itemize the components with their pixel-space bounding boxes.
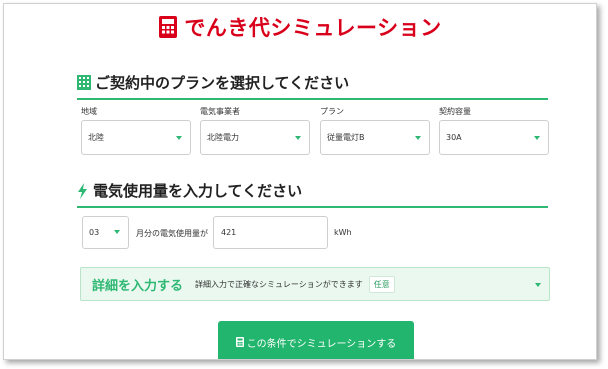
month-value: 03 (89, 228, 100, 237)
usage-section-title: 電気使用量を入力してください (93, 182, 303, 200)
plan-label: プラン (320, 107, 344, 116)
optional-badge: 任意 (368, 275, 395, 293)
usage-value: 421 (221, 228, 237, 237)
lightning-icon (78, 182, 87, 199)
supplier-select[interactable]: 北陸電力 (200, 120, 310, 155)
detail-toggle[interactable]: 詳細を入力する 詳細入力で正確なシミュレーションができます 任意 (80, 267, 550, 301)
chevron-down-icon (295, 136, 301, 140)
capacity-select[interactable]: 30A (439, 120, 549, 155)
calculator-icon (235, 337, 244, 347)
plan-icon (77, 75, 91, 90)
simulate-button[interactable]: この条件でシミュレーションする (218, 321, 414, 359)
page-title: でんき代シミュレーション (184, 16, 442, 40)
plan-select[interactable]: 従量電灯B (320, 120, 430, 155)
plan-section-heading: ご契約中のプランを選択してください (77, 72, 548, 100)
page-header: でんき代シミュレーション (4, 12, 596, 42)
month-suffix-text: 月分の電気使用量が (136, 229, 208, 238)
plan-value: 従量電灯B (327, 133, 365, 142)
chevron-down-icon (415, 136, 421, 140)
supplier-label: 電気事業者 (200, 107, 240, 116)
month-select[interactable]: 03 (82, 216, 129, 249)
simulate-button-label: この条件でシミュレーションする (246, 338, 397, 350)
simulator-panel: でんき代シミュレーション ご契約中のプランを選択してください 地域 北陸 電気事… (3, 3, 597, 360)
detail-description: 詳細入力で正確なシミュレーションができます (195, 279, 363, 289)
supplier-value: 北陸電力 (207, 133, 239, 142)
usage-input[interactable]: 421 (213, 216, 328, 249)
plan-section-title: ご契約中のプランを選択してください (95, 74, 350, 92)
capacity-label: 契約容量 (439, 107, 471, 116)
region-value: 北陸 (88, 133, 104, 142)
calculator-icon (159, 16, 178, 38)
region-label: 地域 (81, 107, 97, 116)
chevron-down-icon (114, 230, 120, 234)
chevron-down-icon (535, 283, 541, 287)
unit-label: kWh (334, 228, 352, 237)
capacity-value: 30A (446, 133, 462, 142)
chevron-down-icon (176, 136, 182, 140)
usage-section-heading: 電気使用量を入力してください (77, 180, 548, 208)
region-select[interactable]: 北陸 (81, 120, 191, 155)
detail-title: 詳細を入力する (92, 278, 184, 294)
chevron-down-icon (534, 136, 540, 140)
